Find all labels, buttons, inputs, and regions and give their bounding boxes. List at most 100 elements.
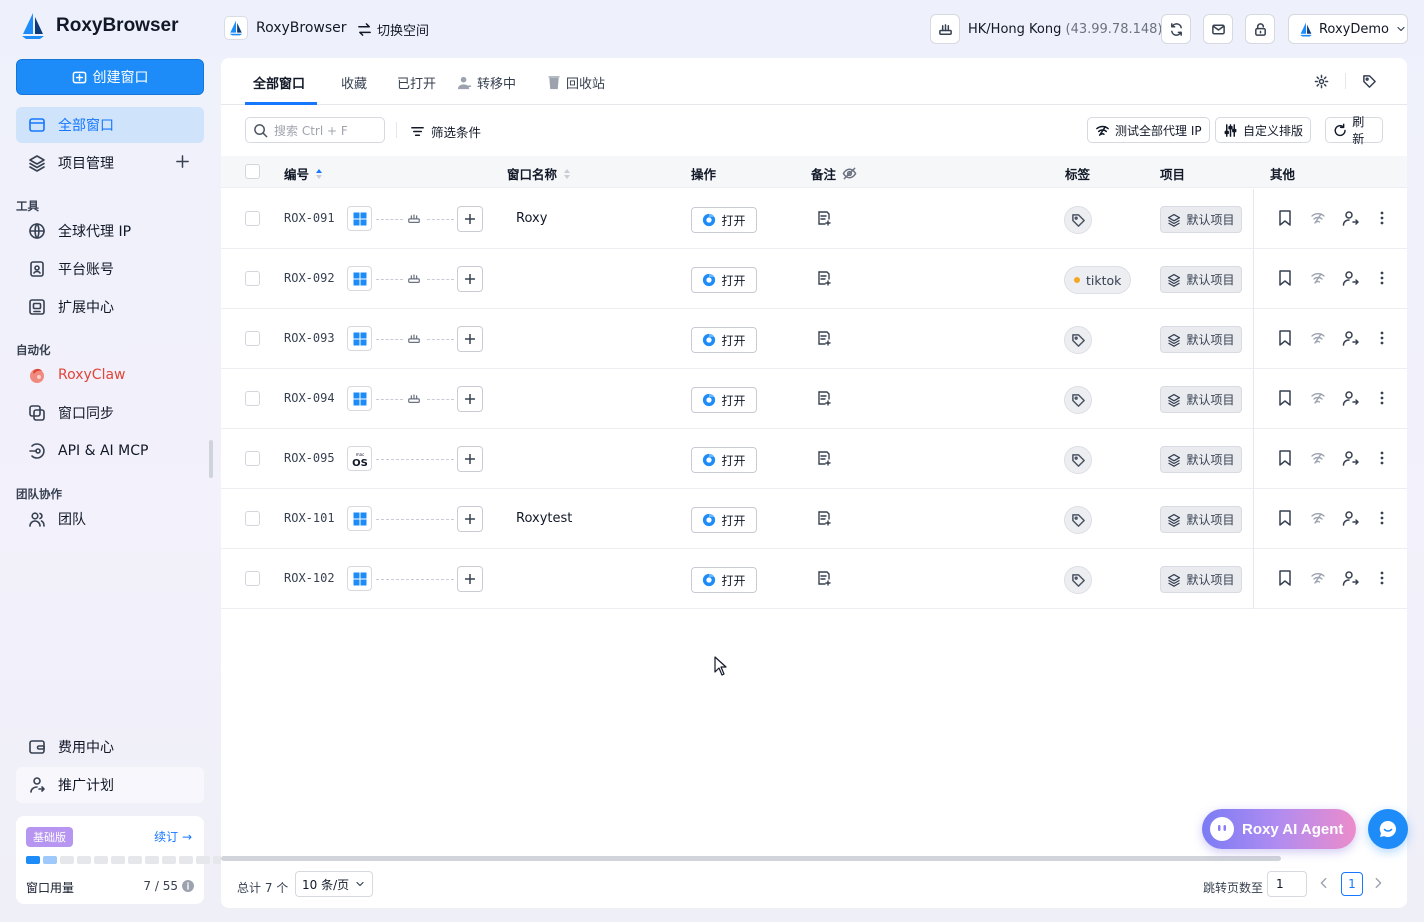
proxy-off-icon[interactable] — [1310, 390, 1326, 406]
sidebar-item-window-sync[interactable]: 窗口同步 — [16, 395, 204, 431]
transfer-user-icon[interactable] — [1342, 210, 1359, 226]
gear-icon[interactable] — [1314, 74, 1329, 89]
add-tag-button[interactable] — [1064, 506, 1092, 534]
column-id[interactable]: 编号 — [284, 164, 323, 183]
add-tag-button[interactable] — [1064, 566, 1092, 594]
create-window-button[interactable]: 创建窗口 — [16, 59, 204, 95]
transfer-user-icon[interactable] — [1342, 570, 1359, 586]
add-proxy-button[interactable] — [457, 326, 483, 352]
project-badge[interactable]: 默认项目 — [1160, 446, 1242, 473]
more-vertical-icon[interactable] — [1376, 330, 1388, 346]
bookmark-icon[interactable] — [1278, 450, 1292, 466]
proxy-off-icon[interactable] — [1310, 270, 1326, 286]
add-proxy-button[interactable] — [457, 506, 483, 532]
row-checkbox[interactable] — [245, 391, 260, 406]
lock-button[interactable] — [1245, 14, 1275, 44]
row-checkbox[interactable] — [245, 211, 260, 226]
bookmark-icon[interactable] — [1278, 390, 1292, 406]
project-badge[interactable]: 默认项目 — [1160, 506, 1242, 533]
transfer-user-icon[interactable] — [1342, 450, 1359, 466]
table-row[interactable]: ROX-091 Roxy 打开 默认项目 — [221, 189, 1407, 249]
row-checkbox[interactable] — [245, 511, 260, 526]
tag-icon[interactable] — [1362, 74, 1377, 89]
select-all-checkbox[interactable] — [245, 164, 260, 179]
custom-sort-button[interactable]: 自定义排版 — [1215, 117, 1312, 143]
sidebar-item-roxyclaw[interactable]: RoxyClaw — [16, 357, 204, 393]
test-all-proxy-button[interactable]: 测试全部代理 IP — [1087, 117, 1210, 143]
table-row[interactable]: ROX-101 Roxytest 打开 默认项目 — [221, 489, 1407, 549]
edit-note-icon[interactable] — [816, 390, 832, 406]
chat-support-button[interactable] — [1368, 809, 1408, 849]
renew-link[interactable]: 续订 → — [154, 828, 192, 845]
table-row[interactable]: ROX-093 打开 默认项目 — [221, 309, 1407, 369]
chevron-right-icon[interactable] — [1371, 876, 1385, 890]
user-menu[interactable]: RoxyDemo — [1288, 14, 1408, 44]
workspace-selector[interactable]: RoxyBrowser — [224, 16, 347, 40]
row-checkbox[interactable] — [245, 571, 260, 586]
proxy-off-icon[interactable] — [1310, 330, 1326, 346]
bookmark-icon[interactable] — [1278, 330, 1292, 346]
bookmark-icon[interactable] — [1278, 270, 1292, 286]
table-row[interactable]: ROX-094 打开 默认项目 — [221, 369, 1407, 429]
proxy-off-icon[interactable] — [1310, 510, 1326, 526]
add-project-icon[interactable] — [175, 154, 190, 169]
info-icon[interactable] — [182, 880, 194, 892]
project-badge[interactable]: 默认项目 — [1160, 206, 1242, 233]
bookmark-icon[interactable] — [1278, 570, 1292, 586]
switch-workspace-button[interactable]: 切换空间 — [357, 20, 429, 39]
add-proxy-button[interactable] — [457, 446, 483, 472]
add-tag-button[interactable] — [1064, 326, 1092, 354]
sidebar-item-team[interactable]: 团队 — [16, 501, 204, 537]
edit-note-icon[interactable] — [816, 450, 832, 466]
sidebar-item-api-mcp[interactable]: API & AI MCP — [16, 433, 204, 469]
more-vertical-icon[interactable] — [1376, 210, 1388, 226]
edit-note-icon[interactable] — [816, 510, 832, 526]
app-logo[interactable]: RoxyBrowser — [20, 12, 179, 40]
open-window-button[interactable]: 打开 — [691, 327, 757, 353]
bookmark-icon[interactable] — [1278, 210, 1292, 226]
tab-transferring[interactable]: 转移中 — [457, 73, 516, 92]
tab-favorites[interactable]: 收藏 — [341, 73, 367, 92]
horizontal-scrollbar[interactable] — [221, 856, 1281, 861]
tab-recycle-bin[interactable]: 回收站 — [547, 73, 605, 92]
more-vertical-icon[interactable] — [1376, 570, 1388, 586]
tab-all-windows[interactable]: 全部窗口 — [253, 73, 305, 92]
page-size-select[interactable]: 10 条/页 — [295, 871, 373, 897]
row-checkbox[interactable] — [245, 271, 260, 286]
more-vertical-icon[interactable] — [1376, 270, 1388, 286]
bookmark-icon[interactable] — [1278, 510, 1292, 526]
proxy-off-icon[interactable] — [1310, 210, 1326, 226]
filter-button[interactable]: 筛选条件 — [410, 122, 481, 141]
project-badge[interactable]: 默认项目 — [1160, 386, 1242, 413]
jump-page-input[interactable]: 1 — [1267, 871, 1307, 897]
sync-button[interactable] — [1161, 14, 1191, 44]
open-window-button[interactable]: 打开 — [691, 447, 757, 473]
project-badge[interactable]: 默认项目 — [1160, 566, 1242, 593]
sidebar-item-all-windows[interactable]: 全部窗口 — [16, 107, 204, 143]
proxy-off-icon[interactable] — [1310, 450, 1326, 466]
open-window-button[interactable]: 打开 — [691, 207, 757, 233]
add-tag-button[interactable] — [1064, 206, 1092, 234]
table-row[interactable]: ROX-092 打开 tiktok 默认项目 — [221, 249, 1407, 309]
refresh-button[interactable]: 刷新 — [1325, 115, 1383, 146]
proxy-off-icon[interactable] — [1310, 570, 1326, 586]
sidebar-item-affiliate[interactable]: 推广计划 — [16, 767, 204, 803]
add-tag-button[interactable] — [1064, 386, 1092, 414]
sidebar-item-extensions[interactable]: 扩展中心 — [16, 289, 204, 325]
chevron-left-icon[interactable] — [1317, 876, 1331, 890]
transfer-user-icon[interactable] — [1342, 510, 1359, 526]
add-tag-button[interactable] — [1064, 446, 1092, 474]
sidebar-scrollbar[interactable] — [209, 440, 213, 478]
tag-pill[interactable]: tiktok — [1064, 266, 1132, 294]
table-row[interactable]: ROX-095 mac OS 打开 默认项目 — [221, 429, 1407, 489]
mail-button[interactable] — [1203, 14, 1233, 44]
edit-note-icon[interactable] — [816, 210, 832, 226]
transfer-user-icon[interactable] — [1342, 330, 1359, 346]
edit-note-icon[interactable] — [816, 330, 832, 346]
open-window-button[interactable]: 打开 — [691, 387, 757, 413]
edit-note-icon[interactable] — [816, 570, 832, 586]
row-checkbox[interactable] — [245, 451, 260, 466]
more-vertical-icon[interactable] — [1376, 390, 1388, 406]
open-window-button[interactable]: 打开 — [691, 567, 757, 593]
add-proxy-button[interactable] — [457, 266, 483, 292]
